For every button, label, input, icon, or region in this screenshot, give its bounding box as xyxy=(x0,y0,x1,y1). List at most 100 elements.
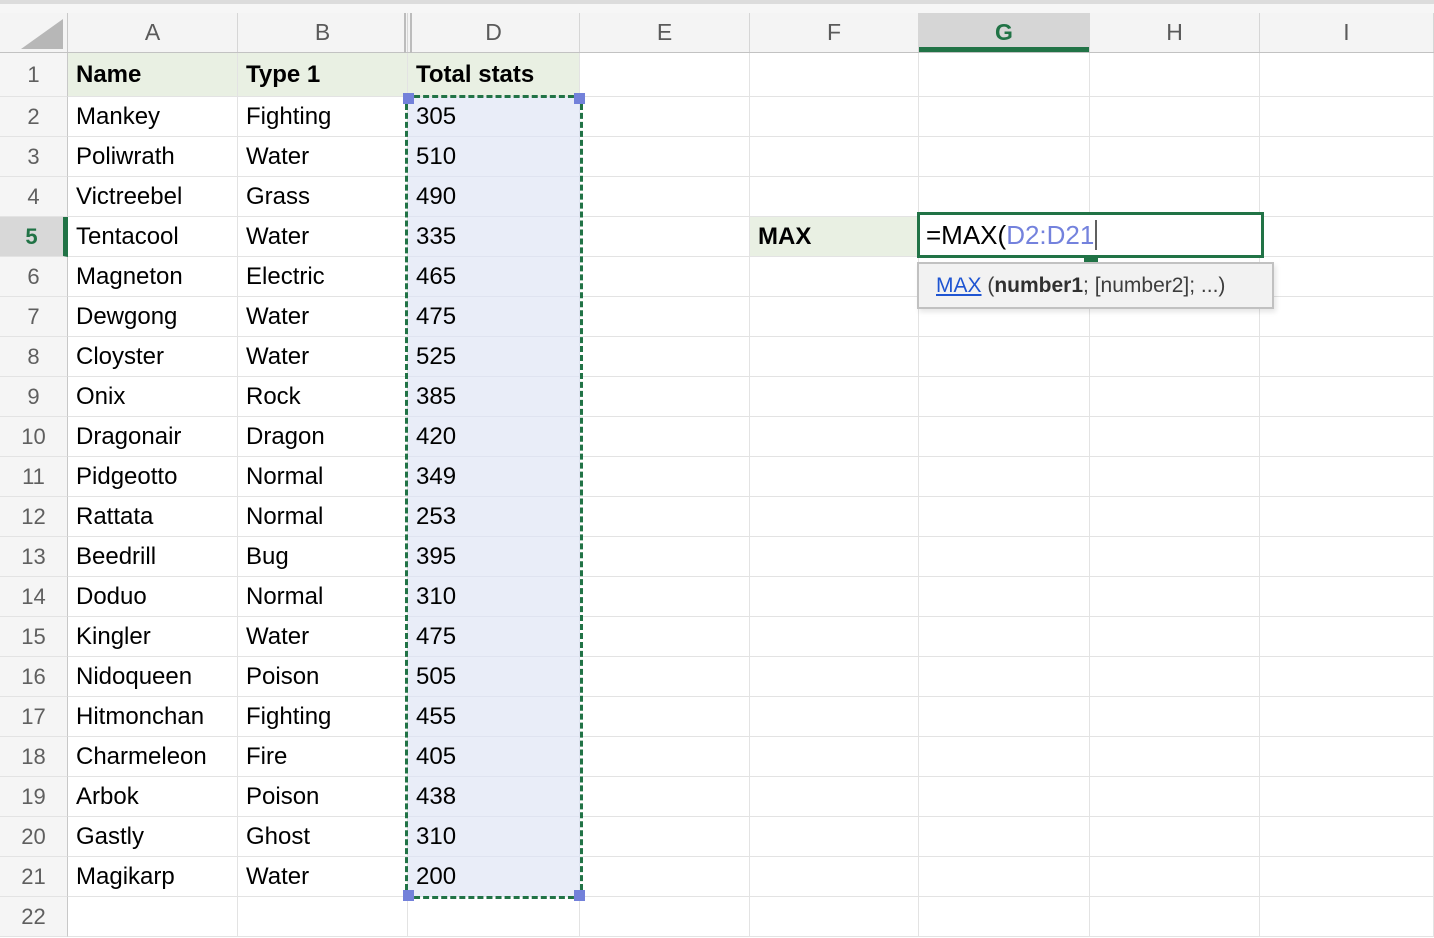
cell-G3[interactable] xyxy=(919,137,1090,177)
cell-E1[interactable] xyxy=(580,53,750,97)
cell-F1[interactable] xyxy=(750,53,919,97)
row-header-4[interactable]: 4 xyxy=(0,177,68,217)
cell-A8[interactable]: Cloyster xyxy=(68,337,238,377)
cell-D5[interactable]: 335 xyxy=(408,217,580,257)
cell-E17[interactable] xyxy=(580,697,750,737)
cell-B4[interactable]: Grass xyxy=(238,177,408,217)
cell-A7[interactable]: Dewgong xyxy=(68,297,238,337)
cell-H20[interactable] xyxy=(1090,817,1260,857)
cell-B22[interactable] xyxy=(238,897,408,937)
row-header-21[interactable]: 21 xyxy=(0,857,68,897)
cell-G17[interactable] xyxy=(919,697,1090,737)
cell-E10[interactable] xyxy=(580,417,750,457)
cell-H16[interactable] xyxy=(1090,657,1260,697)
cell-F11[interactable] xyxy=(750,457,919,497)
cell-H11[interactable] xyxy=(1090,457,1260,497)
row-header-2[interactable]: 2 xyxy=(0,97,68,137)
cell-F6[interactable] xyxy=(750,257,919,297)
row-header-22[interactable]: 22 xyxy=(0,897,68,937)
cell-I20[interactable] xyxy=(1260,817,1434,857)
row-header-5[interactable]: 5 xyxy=(0,217,68,257)
cell-G8[interactable] xyxy=(919,337,1090,377)
cell-E15[interactable] xyxy=(580,617,750,657)
cell-D15[interactable]: 475 xyxy=(408,617,580,657)
cell-G21[interactable] xyxy=(919,857,1090,897)
cell-A19[interactable]: Arbok xyxy=(68,777,238,817)
function-name-link[interactable]: MAX xyxy=(936,274,982,298)
cell-I7[interactable] xyxy=(1260,297,1434,337)
column-header-B[interactable]: B xyxy=(238,13,408,52)
row-header-12[interactable]: 12 xyxy=(0,497,68,537)
cell-D9[interactable]: 385 xyxy=(408,377,580,417)
cell-A17[interactable]: Hitmonchan xyxy=(68,697,238,737)
row-header-8[interactable]: 8 xyxy=(0,337,68,377)
cell-H13[interactable] xyxy=(1090,537,1260,577)
cell-E14[interactable] xyxy=(580,577,750,617)
cell-D14[interactable]: 310 xyxy=(408,577,580,617)
cell-I8[interactable] xyxy=(1260,337,1434,377)
cell-D17[interactable]: 455 xyxy=(408,697,580,737)
cell-H14[interactable] xyxy=(1090,577,1260,617)
cell-E16[interactable] xyxy=(580,657,750,697)
cell-F21[interactable] xyxy=(750,857,919,897)
cell-H10[interactable] xyxy=(1090,417,1260,457)
cell-A11[interactable]: Pidgeotto xyxy=(68,457,238,497)
cell-G16[interactable] xyxy=(919,657,1090,697)
selection-handle-bottom-left[interactable] xyxy=(403,890,414,901)
cell-A14[interactable]: Doduo xyxy=(68,577,238,617)
cell-I17[interactable] xyxy=(1260,697,1434,737)
cell-A12[interactable]: Rattata xyxy=(68,497,238,537)
cell-G20[interactable] xyxy=(919,817,1090,857)
cell-E13[interactable] xyxy=(580,537,750,577)
cell-B20[interactable]: Ghost xyxy=(238,817,408,857)
cell-B8[interactable]: Water xyxy=(238,337,408,377)
cell-B13[interactable]: Bug xyxy=(238,537,408,577)
row-header-19[interactable]: 19 xyxy=(0,777,68,817)
cell-F5[interactable]: MAX xyxy=(750,217,919,257)
cell-E18[interactable] xyxy=(580,737,750,777)
cell-F3[interactable] xyxy=(750,137,919,177)
cell-A21[interactable]: Magikarp xyxy=(68,857,238,897)
cell-E20[interactable] xyxy=(580,817,750,857)
cell-B17[interactable]: Fighting xyxy=(238,697,408,737)
cell-B10[interactable]: Dragon xyxy=(238,417,408,457)
cell-F10[interactable] xyxy=(750,417,919,457)
cell-D22[interactable] xyxy=(408,897,580,937)
cell-H2[interactable] xyxy=(1090,97,1260,137)
cell-A13[interactable]: Beedrill xyxy=(68,537,238,577)
cell-D13[interactable]: 395 xyxy=(408,537,580,577)
cell-H19[interactable] xyxy=(1090,777,1260,817)
cell-A15[interactable]: Kingler xyxy=(68,617,238,657)
cell-E11[interactable] xyxy=(580,457,750,497)
cell-G14[interactable] xyxy=(919,577,1090,617)
cell-G1[interactable] xyxy=(919,53,1090,97)
cell-H15[interactable] xyxy=(1090,617,1260,657)
cell-I4[interactable] xyxy=(1260,177,1434,217)
cell-G2[interactable] xyxy=(919,97,1090,137)
row-header-15[interactable]: 15 xyxy=(0,617,68,657)
cell-A18[interactable]: Charmeleon xyxy=(68,737,238,777)
cell-F9[interactable] xyxy=(750,377,919,417)
cell-A1[interactable]: Name xyxy=(68,53,238,97)
column-header-A[interactable]: A xyxy=(68,13,238,52)
cell-F8[interactable] xyxy=(750,337,919,377)
cell-D4[interactable]: 490 xyxy=(408,177,580,217)
cell-B14[interactable]: Normal xyxy=(238,577,408,617)
row-header-3[interactable]: 3 xyxy=(0,137,68,177)
column-header-F[interactable]: F xyxy=(750,13,919,52)
cell-H22[interactable] xyxy=(1090,897,1260,937)
row-header-6[interactable]: 6 xyxy=(0,257,68,297)
cell-D12[interactable]: 253 xyxy=(408,497,580,537)
cell-H18[interactable] xyxy=(1090,737,1260,777)
cell-I11[interactable] xyxy=(1260,457,1434,497)
cell-A16[interactable]: Nidoqueen xyxy=(68,657,238,697)
cell-F2[interactable] xyxy=(750,97,919,137)
cell-B18[interactable]: Fire xyxy=(238,737,408,777)
cell-E19[interactable] xyxy=(580,777,750,817)
selection-handle-top-left[interactable] xyxy=(403,93,414,104)
cell-I10[interactable] xyxy=(1260,417,1434,457)
cell-I6[interactable] xyxy=(1260,257,1434,297)
cell-D1[interactable]: Total stats xyxy=(408,53,580,97)
select-all-button[interactable] xyxy=(0,13,68,52)
cell-A22[interactable] xyxy=(68,897,238,937)
